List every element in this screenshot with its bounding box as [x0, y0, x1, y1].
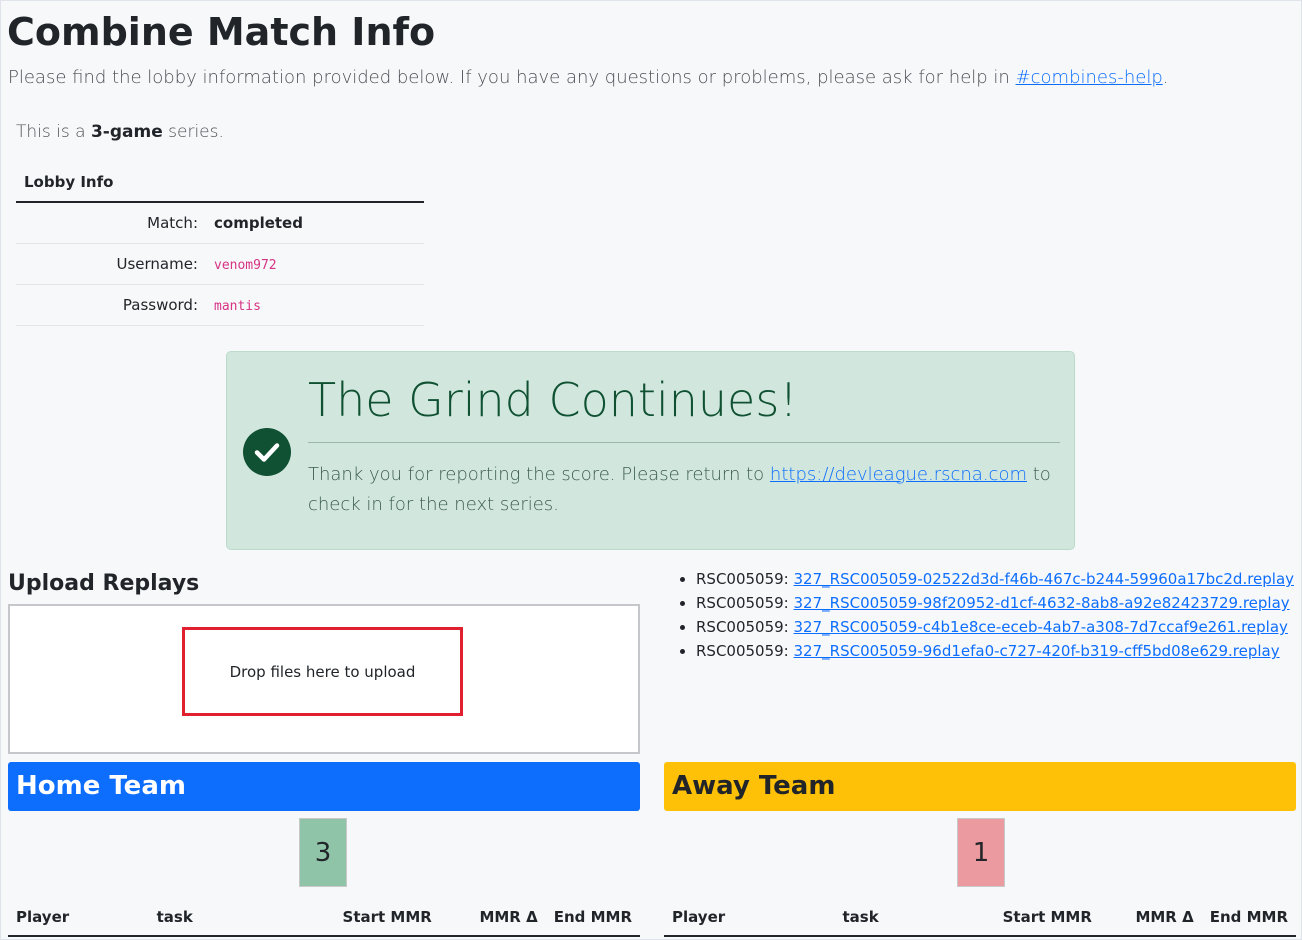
list-item: RSC005059: 327_RSC005059-02522d3d-f46b-4…: [696, 567, 1294, 591]
check-circle-icon: [243, 428, 291, 476]
replay-file-link[interactable]: 327_RSC005059-02522d3d-f46b-467c-b244-59…: [794, 570, 1295, 588]
col-mmr-delta: MMR Δ: [439, 898, 546, 937]
replay-match-id: RSC005059:: [696, 618, 789, 636]
replay-match-id: RSC005059:: [696, 594, 789, 612]
col-player: Player: [664, 898, 835, 937]
col-end-mmr: End MMR: [1201, 898, 1296, 937]
lobby-info-table: Lobby Info Match: completed Username: ve…: [16, 163, 424, 326]
alert-text-before: Thank you for reporting the score. Pleas…: [308, 464, 770, 485]
match-status: completed: [206, 202, 424, 244]
replay-file-link[interactable]: 327_RSC005059-96d1efa0-c727-420f-b319-cf…: [794, 642, 1280, 660]
replay-dropzone[interactable]: Drop files here to upload: [8, 604, 640, 754]
col-start-mmr: Start MMR: [976, 898, 1100, 937]
username-value-cell: venom972: [206, 243, 424, 285]
table-row: Username: venom972: [16, 243, 424, 285]
home-score-badge: 3: [299, 818, 347, 887]
alert-divider: [308, 442, 1060, 443]
intro-text: Please find the lobby information provid…: [8, 65, 1169, 91]
username-value: venom972: [214, 258, 277, 273]
replay-file-link[interactable]: 327_RSC005059-98f20952-d1cf-4632-8ab8-a9…: [794, 594, 1290, 612]
password-value: mantis: [214, 299, 261, 314]
away-team-table: Player task Start MMR MMR Δ End MMR: [664, 898, 1296, 937]
username-label: Username:: [16, 243, 206, 285]
col-task: task: [834, 898, 977, 937]
home-team-header: Home Team: [8, 762, 640, 811]
table-row: Match: completed: [16, 202, 424, 244]
series-count: 3-game: [90, 122, 163, 142]
check-mark-icon: [254, 443, 280, 462]
alert-heading: The Grind Continues!: [308, 373, 798, 427]
drop-files-message[interactable]: Drop files here to upload: [182, 627, 463, 716]
table-header-row: Player task Start MMR MMR Δ End MMR: [664, 898, 1296, 937]
series-suffix: series.: [162, 122, 224, 142]
away-score-badge: 1: [957, 818, 1005, 887]
replay-match-id: RSC005059:: [696, 570, 789, 588]
lobby-info-header: Lobby Info: [16, 163, 424, 203]
password-label: Password:: [16, 284, 206, 326]
replay-file-link[interactable]: 327_RSC005059-c4b1e8ce-eceb-4ab7-a308-7d…: [794, 618, 1288, 636]
success-alert: The Grind Continues! Thank you for repor…: [226, 351, 1075, 550]
devleague-link[interactable]: https://devleague.rscna.com: [770, 464, 1027, 485]
table-header-row: Player task Start MMR MMR Δ End MMR: [8, 898, 640, 937]
list-item: RSC005059: 327_RSC005059-96d1efa0-c727-4…: [696, 639, 1294, 663]
page-title: Combine Match Info: [7, 10, 436, 54]
intro-text-body: Please find the lobby information provid…: [8, 67, 1016, 88]
away-team-header: Away Team: [664, 762, 1296, 811]
table-row: Password: mantis: [16, 284, 424, 326]
col-end-mmr: End MMR: [545, 898, 640, 937]
series-info: This is a 3-game series.: [16, 119, 224, 145]
match-label: Match:: [16, 202, 206, 244]
list-item: RSC005059: 327_RSC005059-c4b1e8ce-eceb-4…: [696, 615, 1294, 639]
replay-list: RSC005059: 327_RSC005059-02522d3d-f46b-4…: [678, 567, 1294, 663]
intro-text-end: .: [1162, 67, 1169, 88]
home-team-table: Player task Start MMR MMR Δ End MMR: [8, 898, 640, 937]
col-start-mmr: Start MMR: [294, 898, 440, 937]
col-mmr-delta: MMR Δ: [1099, 898, 1202, 937]
combines-help-link[interactable]: #combines-help: [1016, 67, 1163, 88]
password-value-cell: mantis: [206, 284, 424, 326]
replay-match-id: RSC005059:: [696, 642, 789, 660]
upload-replays-title: Upload Replays: [8, 571, 200, 596]
alert-message: Thank you for reporting the score. Pleas…: [308, 460, 1060, 520]
col-player: Player: [8, 898, 149, 937]
list-item: RSC005059: 327_RSC005059-98f20952-d1cf-4…: [696, 591, 1294, 615]
col-task: task: [148, 898, 295, 937]
series-prefix: This is a: [16, 122, 91, 142]
